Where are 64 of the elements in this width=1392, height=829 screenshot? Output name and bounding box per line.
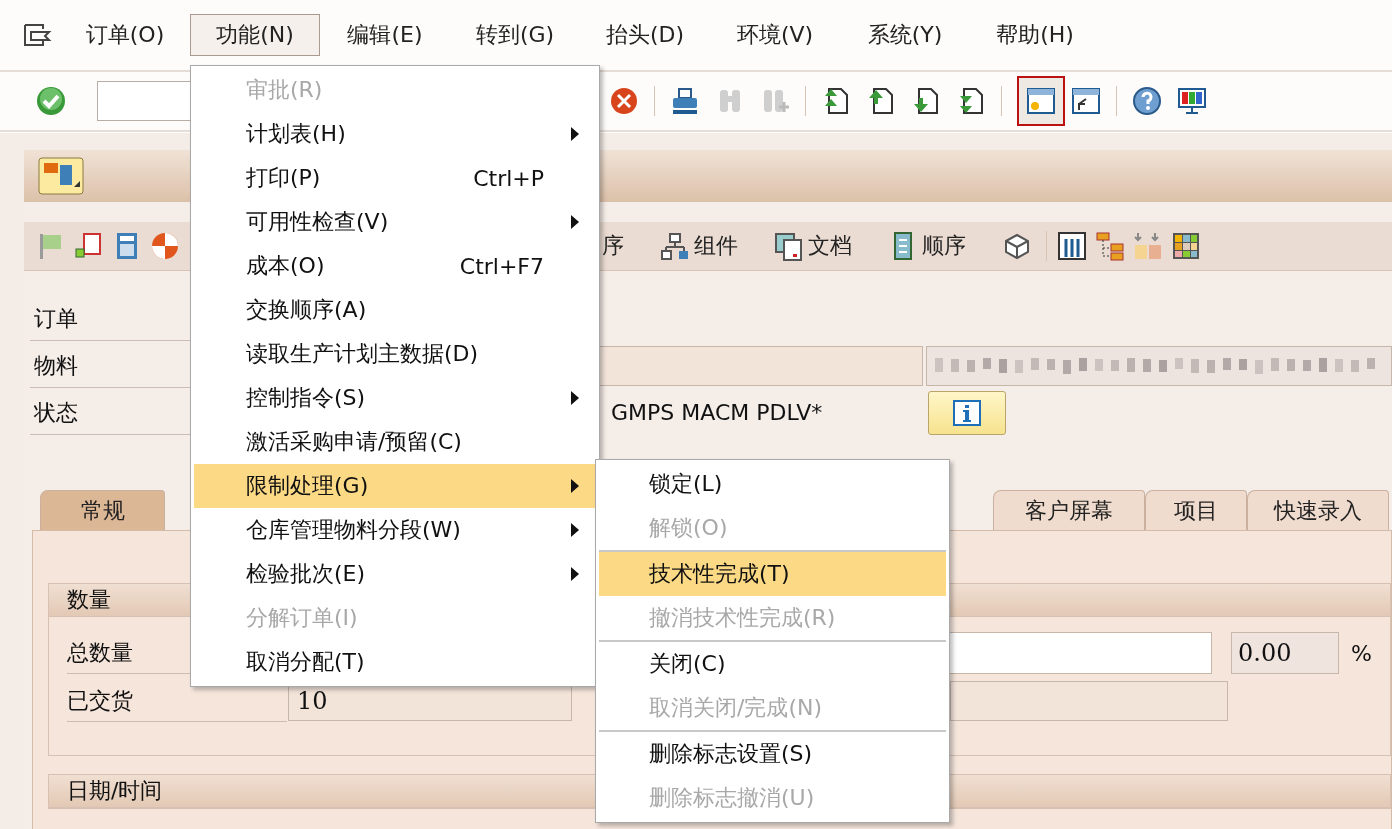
menu-item[interactable]: 关闭(C) <box>599 642 946 686</box>
menu-item[interactable]: 成本(O) Ctrl+F7 <box>194 244 596 288</box>
info-button[interactable] <box>928 390 1006 435</box>
menu-item[interactable]: 计划表(H) <box>194 112 596 156</box>
menu-bar-item[interactable]: 系统(Y) <box>840 14 970 56</box>
material-field[interactable] <box>598 345 923 386</box>
menu-item[interactable]: 仓库管理物料分段(W) <box>194 508 596 552</box>
menu-item[interactable]: 交换顺序(A) <box>194 288 596 332</box>
menu-bar-item[interactable]: 帮助(H) <box>970 14 1100 56</box>
input-field[interactable] <box>949 632 1212 674</box>
submenu-arrow-icon <box>570 566 580 582</box>
shortcut-icon[interactable] <box>1071 86 1101 116</box>
menu-icon[interactable] <box>22 22 52 48</box>
menu-item[interactable]: 可用性检查(V) <box>194 200 596 244</box>
menu-bar-item[interactable]: 功能(N) <box>190 14 320 56</box>
columns-icon[interactable] <box>1057 231 1087 261</box>
info-icon <box>953 399 981 426</box>
menu-item[interactable]: 技术性完成(T) <box>599 552 946 596</box>
print-icon[interactable] <box>670 86 700 116</box>
previous-page-icon[interactable] <box>866 86 896 116</box>
percent-field[interactable]: 0.00 <box>1231 632 1339 674</box>
menu-bar-item[interactable]: 转到(G) <box>450 14 580 56</box>
display-switch-icon[interactable] <box>38 157 84 195</box>
field-label: 物料 <box>30 343 190 388</box>
submenu-arrow-icon <box>570 126 580 142</box>
tab[interactable]: 客户屏幕 <box>993 490 1145 530</box>
menu-item[interactable]: 控制指令(S) <box>194 376 596 420</box>
menu-item[interactable]: 读取生产计划主数据(D) <box>194 332 596 376</box>
submenu-arrow-icon <box>570 214 580 230</box>
toolbar-button[interactable]: 序 <box>602 231 624 261</box>
monitor-icon[interactable] <box>1177 86 1207 116</box>
menu-item[interactable]: 限制处理(G) <box>194 464 596 508</box>
new-window-icon[interactable] <box>1026 86 1056 116</box>
hierarchy-icon <box>660 231 690 261</box>
document-icon <box>774 231 804 261</box>
cube-icon[interactable] <box>1002 231 1032 261</box>
unit-label: % <box>1351 640 1372 666</box>
toolbar-button[interactable]: 文档 <box>774 231 852 261</box>
menu-bar-item[interactable]: 抬头(D) <box>580 14 710 56</box>
menu-item[interactable]: 激活采购申请/预留(C) <box>194 420 596 464</box>
submenu-arrow-icon <box>570 478 580 494</box>
quantity-field[interactable] <box>950 681 1228 721</box>
status-value: GMPS MACM PDLV* <box>610 400 824 425</box>
help-icon[interactable] <box>1132 86 1162 116</box>
submenu-arrow-icon <box>570 522 580 538</box>
cancel-icon[interactable] <box>609 86 639 116</box>
tab[interactable]: 快速录入 <box>1247 490 1389 530</box>
calendar-icon[interactable] <box>74 231 104 261</box>
toolbar-button[interactable]: 组件 <box>660 231 738 261</box>
tab[interactable]: 项目 <box>1145 490 1247 530</box>
menu-bar-item[interactable]: 编辑(E) <box>320 14 450 56</box>
toolbar-button[interactable]: 顺序 <box>888 231 966 261</box>
check-icon[interactable] <box>36 86 66 116</box>
hierarchy-icon[interactable] <box>1095 231 1125 261</box>
submenu-arrow-icon <box>570 390 580 406</box>
merge-icon[interactable] <box>1133 231 1163 261</box>
menu-bar-item[interactable]: 环境(V) <box>710 14 840 56</box>
grid-icon[interactable] <box>1171 231 1201 261</box>
menu-item[interactable]: 删除标志设置(S) <box>599 732 946 776</box>
next-page-icon[interactable] <box>911 86 941 116</box>
tab[interactable]: 常规 <box>40 490 165 530</box>
menu-bar-item[interactable]: 订单(O) <box>60 14 190 56</box>
pie-chart-icon[interactable] <box>150 231 180 261</box>
menu-item[interactable]: 锁定(L) <box>599 462 946 506</box>
